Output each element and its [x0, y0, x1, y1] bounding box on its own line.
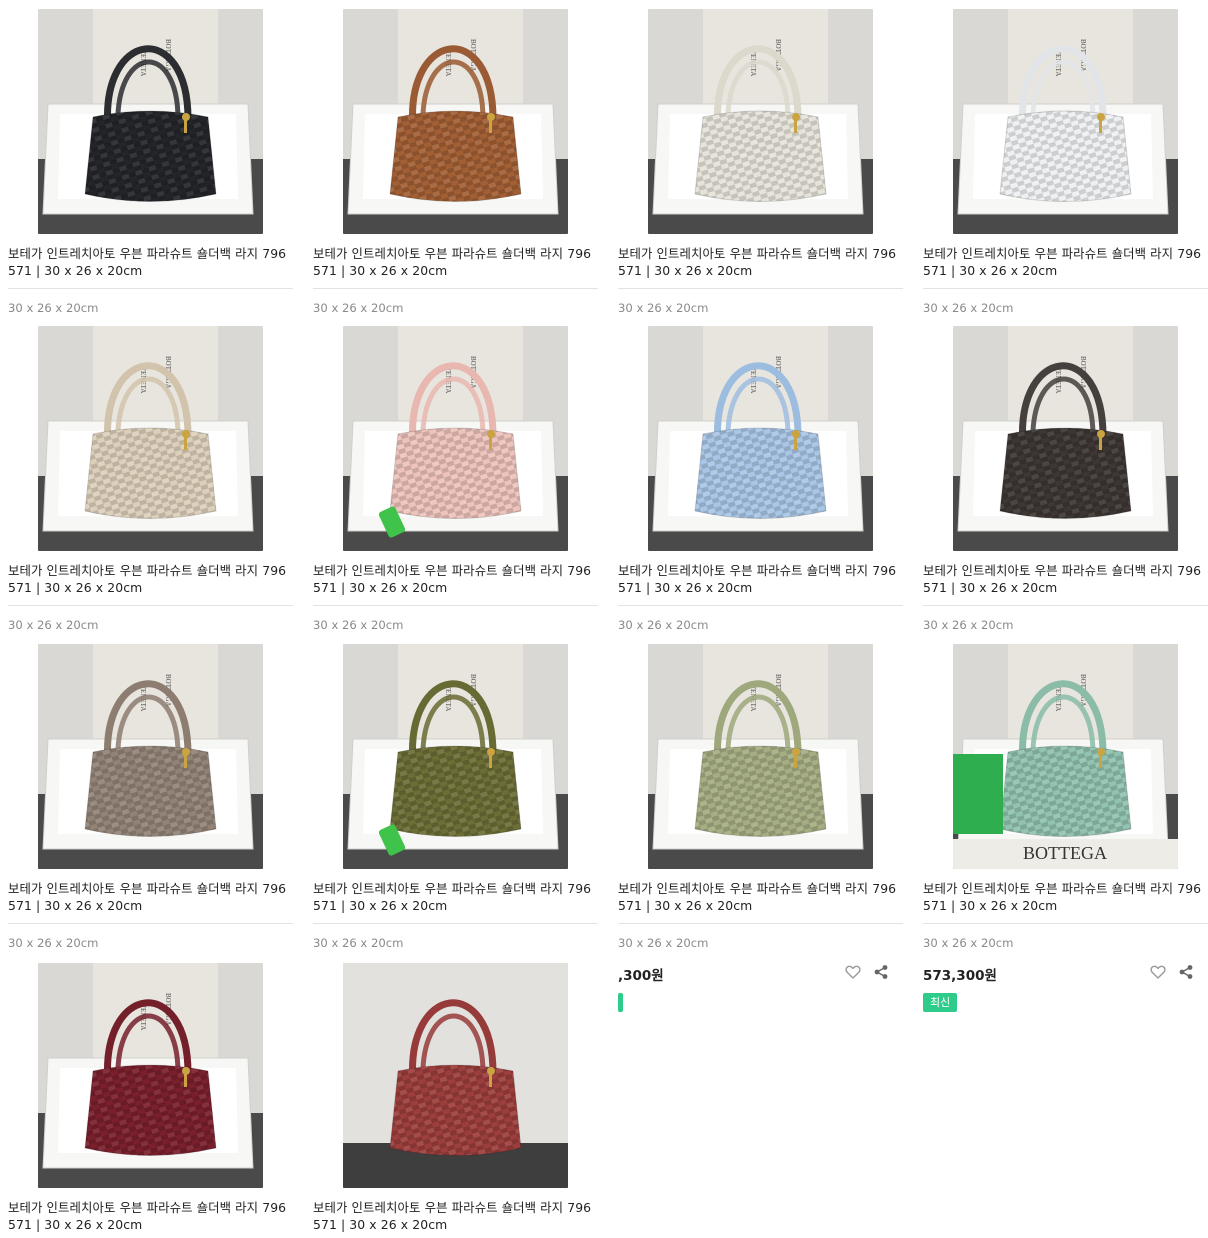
- product-card[interactable]: VENETA BOTTEGA BOTTEGA 보테가 인트레치아토 우븐 파라슈트 숄…: [923, 643, 1208, 1012]
- card-divider: [8, 605, 293, 606]
- product-photo-svg: VENETABOTTEGA: [648, 326, 873, 551]
- product-image[interactable]: VENETABOTTEGA: [648, 644, 873, 869]
- dustbag-brand-text: BOTTEGA: [1023, 843, 1107, 863]
- product-size: 30 x 26 x 20cm: [923, 936, 1014, 950]
- product-card[interactable]: VENETABOTTEGA 보테가 인트레치아토 우븐 파라슈트 숄더백 라지 7…: [8, 8, 293, 315]
- product-photo-svg: VENETABOTTEGA: [38, 326, 263, 551]
- product-image[interactable]: VENETABOTTEGA: [343, 326, 568, 551]
- heart-icon[interactable]: [1150, 964, 1166, 980]
- card-divider: [618, 605, 903, 606]
- product-photo-svg: VENETABOTTEGA: [343, 326, 568, 551]
- product-photo-svg: VENETABOTTEGA: [38, 963, 263, 1188]
- card-divider: [313, 923, 598, 924]
- product-card[interactable]: VENETABOTTEGA 보테가 인트레치아토 우븐 파라슈트 숄더백 라지 7…: [8, 963, 293, 1233]
- product-image[interactable]: VENETABOTTEGA: [38, 644, 263, 869]
- new-badge: 최신: [923, 993, 958, 1012]
- product-photo-svg: VENETABOTTEGA: [38, 9, 263, 234]
- share-icon[interactable]: [1179, 964, 1193, 980]
- product-photo-svg: VENETABOTTEGA: [648, 9, 873, 234]
- product-size: 30 x 26 x 20cm: [313, 301, 404, 315]
- product-card[interactable]: VENETABOTTEGA 보테가 인트레치아토 우븐 파라슈트 숄더백 라지 7…: [313, 325, 598, 632]
- product-image[interactable]: VENETABOTTEGA: [343, 9, 568, 234]
- card-divider: [923, 605, 1208, 606]
- product-price: 573,300원: [923, 968, 997, 984]
- product-photo-svg: VENETABOTTEGA: [953, 9, 1178, 234]
- product-size: 30 x 26 x 20cm: [8, 936, 99, 950]
- product-title[interactable]: 보테가 인트레치아토 우븐 파라슈트 숄더백 라지 796571 | 30 x …: [618, 880, 903, 914]
- product-image[interactable]: VENETA BOTTEGA BOTTEGA: [953, 644, 1178, 869]
- product-image[interactable]: VENETABOTTEGA: [953, 9, 1178, 234]
- product-title[interactable]: 보테가 인트레치아토 우븐 파라슈트 숄더백 라지 796571 | 30 x …: [618, 245, 903, 279]
- product-photo-svg: VENETABOTTEGA: [648, 644, 873, 869]
- product-size: 30 x 26 x 20cm: [923, 301, 1014, 315]
- product-title[interactable]: 보테가 인트레치아토 우븐 파라슈트 숄더백 라지 796571 | 30 x …: [923, 562, 1208, 596]
- product-size: 30 x 26 x 20cm: [313, 618, 404, 632]
- price-row: ,300원: [618, 964, 903, 984]
- product-image[interactable]: VENETABOTTEGA: [648, 326, 873, 551]
- product-image[interactable]: VENETABOTTEGA: [38, 326, 263, 551]
- price-row: 573,300원: [923, 964, 1208, 984]
- product-title[interactable]: 보테가 인트레치아토 우븐 파라슈트 숄더백 라지 796571 | 30 x …: [8, 245, 293, 279]
- product-title[interactable]: 보테가 인트레치아토 우븐 파라슈트 숄더백 라지 796571 | 30 x …: [923, 880, 1208, 914]
- product-title[interactable]: 보테가 인트레치아토 우븐 파라슈트 숄더백 라지 796571 | 30 x …: [313, 880, 598, 914]
- product-title[interactable]: 보테가 인트레치아토 우븐 파라슈트 숄더백 라지 796571 | 30 x …: [923, 245, 1208, 279]
- product-size: 30 x 26 x 20cm: [8, 618, 99, 632]
- product-card[interactable]: VENETABOTTEGA 보테가 인트레치아토 우븐 파라슈트 숄더백 라지 7…: [618, 325, 903, 632]
- card-divider: [923, 288, 1208, 289]
- product-title[interactable]: 보테가 인트레치아토 우븐 파라슈트 숄더백 라지 796571 | 30 x …: [8, 1199, 293, 1233]
- new-badge: [618, 993, 623, 1012]
- share-icon[interactable]: [874, 964, 888, 980]
- product-card[interactable]: VENETABOTTEGA 보테가 인트레치아토 우븐 파라슈트 숄더백 라지 7…: [923, 8, 1208, 315]
- product-size: 30 x 26 x 20cm: [618, 301, 709, 315]
- product-card[interactable]: VENETABOTTEGA 보테가 인트레치아토 우븐 파라슈트 숄더백 라지 7…: [8, 643, 293, 950]
- card-divider: [313, 288, 598, 289]
- product-size: 30 x 26 x 20cm: [618, 618, 709, 632]
- product-title[interactable]: 보테가 인트레치아토 우븐 파라슈트 숄더백 라지 796571 | 30 x …: [313, 562, 598, 596]
- card-divider: [923, 923, 1208, 924]
- product-size: 30 x 26 x 20cm: [8, 301, 99, 315]
- product-photo-svg: VENETABOTTEGA: [38, 644, 263, 869]
- product-card[interactable]: VENETABOTTEGA 보테가 인트레치아토 우븐 파라슈트 숄더백 라지 7…: [618, 643, 903, 1012]
- product-title[interactable]: 보테가 인트레치아토 우븐 파라슈트 숄더백 라지 796571 | 30 x …: [8, 562, 293, 596]
- product-photo-svg: VENETA BOTTEGABOTTEGA: [953, 644, 1178, 869]
- card-divider: [618, 288, 903, 289]
- product-price: ,300원: [618, 968, 664, 984]
- product-image[interactable]: VENETABOTTEGA: [38, 963, 263, 1188]
- product-photo-svg: VENETABOTTEGA: [343, 963, 568, 1188]
- product-photo-svg: VENETABOTTEGA: [953, 326, 1178, 551]
- product-photo-svg: VENETABOTTEGA: [343, 9, 568, 234]
- product-image[interactable]: VENETABOTTEGA: [343, 963, 568, 1188]
- product-card[interactable]: VENETABOTTEGA 보테가 인트레치아토 우븐 파라슈트 숄더백 라지 7…: [8, 325, 293, 632]
- card-divider: [313, 605, 598, 606]
- product-card[interactable]: VENETABOTTEGA 보테가 인트레치아토 우븐 파라슈트 숄더백 라지 7…: [923, 325, 1208, 632]
- product-size: 30 x 26 x 20cm: [618, 936, 709, 950]
- product-title[interactable]: 보테가 인트레치아토 우븐 파라슈트 숄더백 라지 796571 | 30 x …: [8, 880, 293, 914]
- card-divider: [8, 923, 293, 924]
- product-size: 30 x 26 x 20cm: [313, 936, 404, 950]
- product-card[interactable]: VENETABOTTEGA 보테가 인트레치아토 우븐 파라슈트 숄더백 라지 7…: [313, 643, 598, 950]
- product-grid: VENETA BOTTEGA 보테가 인트레치아토 우븐 파라슈트 숄더백 라지 7…: [0, 0, 1208, 1238]
- product-photo-svg: VENETABOTTEGA: [343, 644, 568, 869]
- product-image[interactable]: VENETABOTTEGA: [343, 644, 568, 869]
- heart-icon[interactable]: [845, 964, 861, 980]
- product-card[interactable]: VENETABOTTEGA 보테가 인트레치아토 우븐 파라슈트 숄더백 라지 7…: [618, 8, 903, 315]
- card-divider: [8, 288, 293, 289]
- card-divider: [618, 923, 903, 924]
- product-title[interactable]: 보테가 인트레치아토 우븐 파라슈트 숄더백 라지 796571 | 30 x …: [313, 245, 598, 279]
- product-image[interactable]: VENETABOTTEGA: [648, 9, 873, 234]
- product-card[interactable]: VENETABOTTEGA 보테가 인트레치아토 우븐 파라슈트 숄더백 라지 7…: [313, 963, 598, 1233]
- product-card[interactable]: VENETABOTTEGA 보테가 인트레치아토 우븐 파라슈트 숄더백 라지 7…: [313, 8, 598, 315]
- product-title[interactable]: 보테가 인트레치아토 우븐 파라슈트 숄더백 라지 796571 | 30 x …: [313, 1199, 598, 1233]
- product-size: 30 x 26 x 20cm: [923, 618, 1014, 632]
- product-title[interactable]: 보테가 인트레치아토 우븐 파라슈트 숄더백 라지 796571 | 30 x …: [618, 562, 903, 596]
- product-image[interactable]: VENETABOTTEGA: [953, 326, 1178, 551]
- product-image[interactable]: VENETABOTTEGA: [38, 9, 263, 234]
